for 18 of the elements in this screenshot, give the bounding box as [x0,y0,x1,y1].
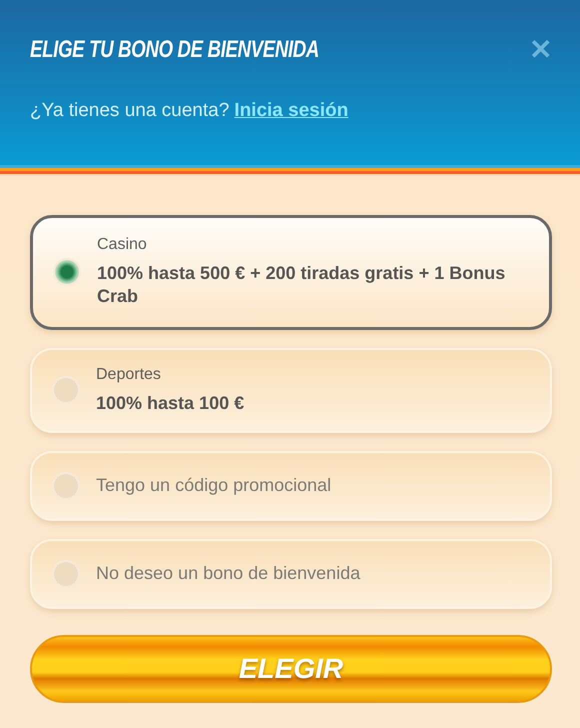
radio-button[interactable] [52,560,80,588]
radio-button[interactable] [52,472,80,500]
bonus-option[interactable]: Casino 100% hasta 500 € + 200 tiradas gratis + 1 Bonus Crab [30,215,552,330]
bonus-option[interactable]: No deseo un bono de bienvenida [30,539,552,610]
bonus-option[interactable]: Tengo un código promocional [30,451,552,522]
dialog-title: ELIGE TU BONO DE BIENVENIDA [30,36,320,64]
option-category: Deportes [96,366,162,384]
radio-button[interactable] [52,376,80,404]
radio-button[interactable] [53,258,81,286]
account-prompt: ¿Ya tienes una cuenta? [30,100,230,122]
bonus-option[interactable]: Deportes 100% hasta 100 € [30,348,552,434]
option-label: No deseo un bono de bienvenida [96,562,360,586]
option-label: 100% hasta 100 € [96,392,244,415]
option-label: 100% hasta 500 € + 200 tiradas gratis + 1 Bonus Crab [97,262,506,308]
option-category: Casino [97,236,148,254]
login-link[interactable]: Inicia sesión [234,100,348,122]
option-label: Tengo un código promocional [96,474,332,498]
close-button[interactable]: ✕ [529,36,552,64]
